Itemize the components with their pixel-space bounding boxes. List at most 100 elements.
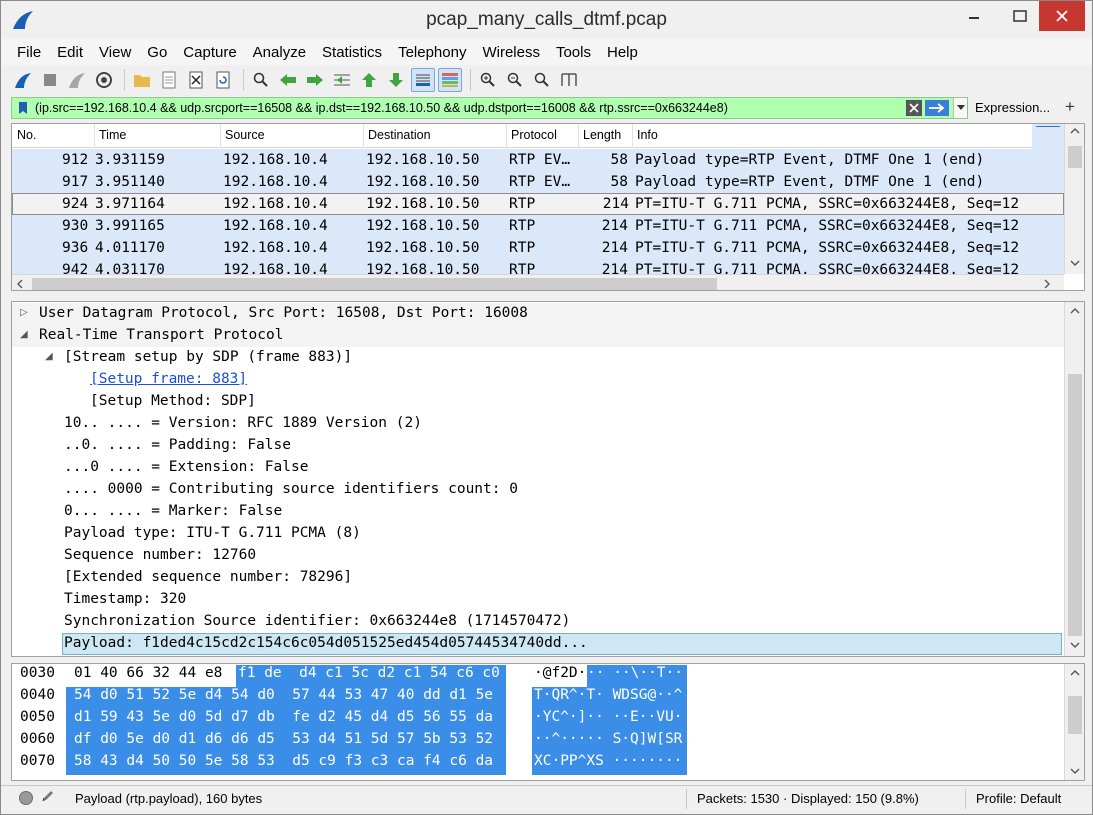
bytes-row[interactable]: 0070 58 43 d4 50 50 5e 58 53 d5 c9 f3 c3…: [12, 753, 1064, 775]
bytes-vertical-scrollbar[interactable]: [1064, 664, 1084, 780]
expand-arrow-icon[interactable]: ▷: [20, 307, 28, 318]
tree-item-extension[interactable]: ...0 .... = Extension: False: [12, 457, 1064, 479]
menu-analyze[interactable]: Analyze: [245, 44, 314, 61]
profile-status[interactable]: Profile: Default: [976, 791, 1061, 806]
go-forward-button[interactable]: [303, 68, 327, 92]
cell-no: 930: [62, 218, 89, 234]
column-header-length[interactable]: Length: [583, 128, 621, 142]
bytes-row[interactable]: 0040 54 d0 51 52 5e d4 54 d0 57 44 53 47…: [12, 687, 1064, 709]
scrollbar-thumb[interactable]: [1068, 696, 1082, 734]
go-to-packet-button[interactable]: [330, 68, 354, 92]
filter-history-dropdown[interactable]: [953, 98, 967, 118]
normal-size-button[interactable]: [530, 68, 554, 92]
table-row[interactable]: 942 4.031170 192.168.10.4 192.168.10.50 …: [12, 259, 1064, 274]
tree-item-udp[interactable]: ▷ User Datagram Protocol, Src Port: 1650…: [12, 303, 1064, 325]
column-divider[interactable]: [220, 124, 221, 148]
restart-capture-button[interactable]: [65, 68, 89, 92]
bytes-row[interactable]: 0050 d1 59 43 5e d0 5d d7 db fe d2 45 d4…: [12, 709, 1064, 731]
column-header-info[interactable]: Info: [637, 128, 658, 142]
close-file-button[interactable]: [184, 68, 208, 92]
column-header-no[interactable]: No.: [17, 128, 36, 142]
display-filter-input[interactable]: (ip.src==192.168.10.4 && udp.srcport==16…: [31, 101, 906, 115]
menu-go[interactable]: Go: [139, 44, 175, 61]
clear-filter-button[interactable]: [906, 100, 922, 116]
minimize-button[interactable]: [951, 1, 997, 31]
column-divider[interactable]: [94, 124, 95, 148]
setup-frame-link[interactable]: [Setup frame: 883]: [90, 371, 247, 387]
menu-wireless[interactable]: Wireless: [474, 44, 548, 61]
column-header-destination[interactable]: Destination: [368, 128, 431, 142]
tree-item-marker[interactable]: 0... .... = Marker: False: [12, 501, 1064, 523]
stop-capture-button[interactable]: [38, 68, 62, 92]
menu-help[interactable]: Help: [599, 44, 646, 61]
capture-options-button[interactable]: [92, 68, 116, 92]
menu-view[interactable]: View: [91, 44, 139, 61]
tree-item-csrc-count[interactable]: .... 0000 = Contributing source identifi…: [12, 479, 1064, 501]
tree-item-payload-type[interactable]: Payload type: ITU-T G.711 PCMA (8): [12, 523, 1064, 545]
filter-bookmark-button[interactable]: [15, 100, 31, 116]
menu-edit[interactable]: Edit: [49, 44, 91, 61]
tree-item-ssrc[interactable]: Synchronization Source identifier: 0x663…: [12, 611, 1064, 633]
add-filter-button[interactable]: +: [1065, 97, 1075, 117]
start-capture-button[interactable]: [11, 68, 35, 92]
menu-statistics[interactable]: Statistics: [314, 44, 390, 61]
first-packet-button[interactable]: [357, 68, 381, 92]
tree-item-setup-method[interactable]: [Setup Method: SDP]: [12, 391, 1064, 413]
collapse-arrow-icon[interactable]: ◢: [45, 351, 53, 362]
scrollbar-thumb[interactable]: [1068, 146, 1082, 168]
zoom-out-button[interactable]: [503, 68, 527, 92]
table-row[interactable]: 930 3.991165 192.168.10.4 192.168.10.50 …: [12, 215, 1064, 237]
cell-info: Payload type=RTP Event, DTMF One 1 (end): [635, 174, 985, 190]
details-vertical-scrollbar[interactable]: [1064, 302, 1084, 656]
auto-scroll-button[interactable]: [411, 68, 435, 92]
expression-button[interactable]: Expression...: [975, 100, 1050, 115]
tree-item-stream-setup[interactable]: ◢ [Stream setup by SDP (frame 883)]: [12, 347, 1064, 369]
collapse-arrow-icon[interactable]: ◢: [20, 329, 28, 340]
tree-item-extended-sequence[interactable]: [Extended sequence number: 78296]: [12, 567, 1064, 589]
packet-list-vertical-scrollbar[interactable]: [1064, 124, 1084, 274]
zoom-in-button[interactable]: [476, 68, 500, 92]
table-row-selected[interactable]: 924 3.971164 192.168.10.4 192.168.10.50 …: [12, 193, 1064, 215]
apply-filter-button[interactable]: [925, 100, 949, 116]
bytes-row[interactable]: 0060 df d0 5e d0 d1 d6 d6 d5 53 d4 51 5d…: [12, 731, 1064, 753]
tree-item-timestamp[interactable]: Timestamp: 320: [12, 589, 1064, 611]
menu-telephony[interactable]: Telephony: [390, 44, 474, 61]
menu-capture[interactable]: Capture: [175, 44, 244, 61]
tree-item-rtp[interactable]: ◢ Real-Time Transport Protocol: [12, 325, 1064, 347]
close-button[interactable]: [1039, 1, 1085, 31]
tree-item-sequence-number[interactable]: Sequence number: 12760: [12, 545, 1064, 567]
save-file-button[interactable]: [157, 68, 181, 92]
column-header-source[interactable]: Source: [225, 128, 265, 142]
menu-file[interactable]: File: [9, 44, 49, 61]
open-file-button[interactable]: [130, 68, 154, 92]
last-packet-button[interactable]: [384, 68, 408, 92]
tree-item-padding[interactable]: ..0. .... = Padding: False: [12, 435, 1064, 457]
column-header-protocol[interactable]: Protocol: [511, 128, 557, 142]
find-packet-button[interactable]: [249, 68, 273, 92]
menu-tools[interactable]: Tools: [548, 44, 599, 61]
packet-list-horizontal-scrollbar[interactable]: [12, 274, 1064, 290]
tree-item-version[interactable]: 10.. .... = Version: RFC 1889 Version (2…: [12, 413, 1064, 435]
table-row[interactable]: 912 3.931159 192.168.10.4 192.168.10.50 …: [12, 149, 1064, 171]
scrollbar-thumb[interactable]: [32, 278, 717, 290]
go-back-button[interactable]: [276, 68, 300, 92]
toolbar-separator: [124, 69, 125, 91]
column-divider[interactable]: [632, 124, 633, 148]
column-divider[interactable]: [578, 124, 579, 148]
tree-item-payload-selected[interactable]: Payload: f1ded4c15cd2c154c6c054d051525ed…: [62, 633, 1062, 655]
edit-comment-icon[interactable]: [41, 789, 55, 806]
column-divider[interactable]: [506, 124, 507, 148]
column-header-time[interactable]: Time: [99, 128, 126, 142]
scrollbar-thumb[interactable]: [1068, 374, 1082, 636]
bytes-row[interactable]: 0030 01 40 66 32 44 e8 f1 de d4 c1 5c d2…: [12, 665, 1064, 687]
maximize-button[interactable]: [997, 1, 1043, 31]
reload-file-button[interactable]: [211, 68, 235, 92]
table-row[interactable]: 917 3.951140 192.168.10.4 192.168.10.50 …: [12, 171, 1064, 193]
expert-info-led-icon[interactable]: [19, 791, 33, 805]
tree-item-setup-frame[interactable]: [Setup frame: 883]: [12, 369, 1064, 391]
arrow-right-icon: [307, 74, 323, 86]
colorize-button[interactable]: [438, 68, 462, 92]
column-divider[interactable]: [363, 124, 364, 148]
resize-columns-button[interactable]: [557, 68, 581, 92]
table-row[interactable]: 936 4.011170 192.168.10.4 192.168.10.50 …: [12, 237, 1064, 259]
